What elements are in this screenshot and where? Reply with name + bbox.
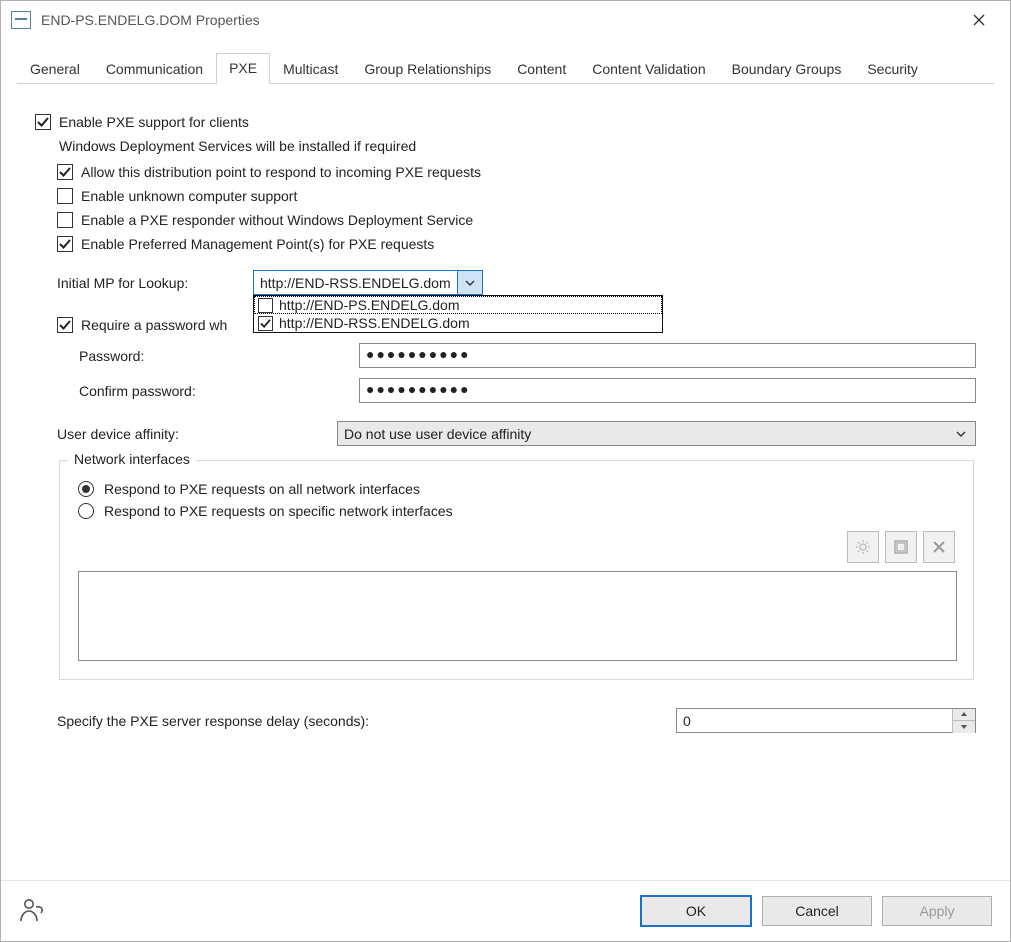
preferred-mp-checkbox[interactable]: Enable Preferred Management Point(s) for… (57, 236, 976, 252)
person-icon (19, 897, 47, 926)
radio-icon (78, 481, 94, 497)
apply-button[interactable]: Apply (882, 896, 992, 926)
tab-communication[interactable]: Communication (93, 54, 216, 84)
checkbox-icon (57, 317, 73, 333)
checkbox-icon (258, 316, 273, 331)
tab-content-validation[interactable]: Content Validation (579, 54, 718, 84)
initial-mp-option[interactable]: http://END-PS.ENDELG.dom (254, 296, 662, 314)
add-interface-button[interactable] (847, 531, 879, 563)
netif-specific-radio[interactable]: Respond to PXE requests on specific netw… (78, 503, 955, 519)
tab-content[interactable]: Content (504, 54, 579, 84)
tab-general[interactable]: General (17, 54, 93, 84)
option-label: http://END-RSS.ENDELG.dom (279, 315, 470, 331)
checkbox-icon (57, 188, 73, 204)
checkbox-icon (57, 212, 73, 228)
dialog-button-bar: OK Cancel Apply (1, 880, 1010, 941)
spinner-down-button[interactable] (953, 721, 975, 733)
confirm-password-field[interactable]: ●●●●●●●●●● (359, 378, 976, 403)
delete-interface-button[interactable] (923, 531, 955, 563)
close-button[interactable] (956, 6, 1002, 34)
enable-pxe-checkbox[interactable]: Enable PXE support for clients (35, 114, 976, 130)
network-interfaces-legend: Network interfaces (68, 451, 196, 467)
response-delay-spinner[interactable]: 0 (676, 708, 976, 733)
netif-all-label: Respond to PXE requests on all network i… (104, 481, 420, 497)
tab-boundary-groups[interactable]: Boundary Groups (719, 54, 855, 84)
unknown-support-label: Enable unknown computer support (81, 188, 297, 204)
password-label: Password: (79, 348, 359, 364)
properties-dialog: END-PS.ENDELG.DOM Properties General Com… (0, 0, 1011, 942)
confirm-password-label: Confirm password: (79, 383, 359, 399)
uda-value: Do not use user device affinity (344, 426, 531, 442)
responder-no-wds-checkbox[interactable]: Enable a PXE responder without Windows D… (57, 212, 976, 228)
chevron-down-icon (951, 429, 971, 439)
tab-pxe[interactable]: PXE (216, 53, 270, 84)
initial-mp-value: http://END-RSS.ENDELG.dom (254, 273, 457, 293)
netif-all-radio[interactable]: Respond to PXE requests on all network i… (78, 481, 955, 497)
wds-note: Windows Deployment Services will be inst… (59, 138, 976, 154)
allow-respond-checkbox[interactable]: Allow this distribution point to respond… (57, 164, 976, 180)
uda-select[interactable]: Do not use user device affinity (337, 421, 976, 446)
response-delay-value: 0 (677, 713, 952, 729)
initial-mp-option[interactable]: http://END-RSS.ENDELG.dom (254, 314, 662, 332)
tab-strip: General Communication PXE Multicast Grou… (17, 53, 994, 84)
checkbox-icon (57, 164, 73, 180)
preferred-mp-label: Enable Preferred Management Point(s) for… (81, 236, 434, 252)
tab-security[interactable]: Security (854, 54, 931, 84)
interfaces-listbox[interactable] (78, 571, 957, 661)
initial-mp-dropdown-list[interactable]: http://END-PS.ENDELG.dom http://END-RSS.… (253, 295, 663, 333)
app-icon (11, 11, 31, 29)
initial-mp-dropdown[interactable]: http://END-RSS.ENDELG.dom (253, 270, 483, 295)
window-title: END-PS.ENDELG.DOM Properties (41, 12, 260, 28)
edit-interface-button[interactable] (885, 531, 917, 563)
close-icon (973, 14, 985, 26)
checkbox-icon (35, 114, 51, 130)
option-label: http://END-PS.ENDELG.dom (279, 297, 460, 313)
enable-pxe-label: Enable PXE support for clients (59, 114, 249, 130)
properties-icon (893, 539, 909, 555)
spinner-up-button[interactable] (953, 709, 975, 722)
checkbox-icon (57, 236, 73, 252)
ok-button[interactable]: OK (640, 895, 752, 927)
uda-label: User device affinity: (57, 426, 337, 442)
initial-mp-label: Initial MP for Lookup: (57, 275, 253, 291)
cancel-button[interactable]: Cancel (762, 896, 872, 926)
response-delay-label: Specify the PXE server response delay (s… (57, 713, 369, 729)
responder-no-wds-label: Enable a PXE responder without Windows D… (81, 212, 473, 228)
tab-group-relationships[interactable]: Group Relationships (351, 54, 504, 84)
unknown-support-checkbox[interactable]: Enable unknown computer support (57, 188, 976, 204)
delete-icon (931, 539, 947, 555)
pxe-panel: Enable PXE support for clients Windows D… (1, 84, 1010, 880)
checkbox-icon (258, 298, 273, 313)
network-interfaces-group: Network interfaces Respond to PXE reques… (59, 460, 974, 680)
tab-multicast[interactable]: Multicast (270, 54, 351, 84)
titlebar: END-PS.ENDELG.DOM Properties (1, 1, 1010, 39)
radio-icon (78, 503, 94, 519)
password-field[interactable]: ●●●●●●●●●● (359, 343, 976, 368)
chevron-down-icon (457, 271, 482, 294)
allow-respond-label: Allow this distribution point to respond… (81, 164, 481, 180)
sun-icon (855, 539, 871, 555)
netif-specific-label: Respond to PXE requests on specific netw… (104, 503, 453, 519)
require-password-label: Require a password wh (81, 317, 227, 333)
